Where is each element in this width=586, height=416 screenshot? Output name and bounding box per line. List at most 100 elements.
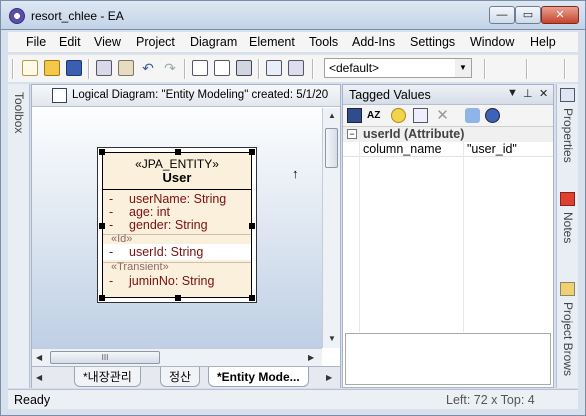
column-divider (359, 142, 360, 332)
horizontal-scroll-thumb[interactable]: III (50, 351, 160, 364)
minimize-button[interactable]: — (489, 6, 515, 24)
pin-icon[interactable]: ⊥ (523, 87, 533, 100)
status-position: Left: 72 x Top: 4 (446, 393, 535, 407)
resize-handle[interactable] (99, 149, 105, 155)
open-folder-icon[interactable] (44, 60, 60, 76)
tagged-group-row[interactable]: − userId (Attribute) (343, 127, 553, 142)
diagram-pane: Logical Diagram: "Entity Modeling" creat… (31, 84, 341, 388)
attribute-row-selected[interactable]: - userId: String (109, 245, 203, 259)
tab-notes[interactable]: Notes (561, 212, 575, 243)
properties-icon[interactable] (266, 60, 282, 76)
help-icon[interactable] (485, 108, 500, 123)
notes-icon (560, 192, 575, 206)
menu-view[interactable]: View (94, 35, 121, 49)
save-icon[interactable] (66, 60, 82, 76)
tab-project-browser[interactable]: Project Brows (561, 302, 575, 376)
menu-file[interactable]: File (26, 35, 46, 49)
redo-icon[interactable]: ↷ (162, 60, 178, 76)
status-text: Ready (14, 393, 51, 407)
undo-icon[interactable]: ↶ (140, 60, 156, 76)
collapse-icon[interactable]: − (347, 129, 357, 139)
tag-name: column_name (363, 142, 442, 156)
chevron-down-icon[interactable]: ▼ (507, 87, 518, 99)
tag-notes-area[interactable] (345, 333, 551, 385)
status-bar: Ready Left: 72 x Top: 4 (8, 389, 578, 409)
attribute-row[interactable]: - userName: String (109, 192, 226, 206)
tab-properties[interactable]: Properties (561, 108, 575, 163)
resize-handle[interactable] (249, 295, 255, 301)
print-icon[interactable] (236, 60, 252, 76)
sort-az-icon[interactable]: AZ (367, 108, 382, 123)
title-bar: resort_chlee - EA — ▭ ✕ (0, 0, 586, 30)
copy-icon[interactable] (96, 60, 112, 76)
diagram-title: Logical Diagram: "Entity Modeling" creat… (72, 89, 329, 101)
window-title: resort_chlee - EA (31, 9, 124, 23)
vertical-scrollbar[interactable]: ▲ ▼ (322, 108, 340, 348)
scroll-left-icon[interactable]: ◀ (36, 353, 42, 362)
menu-addins[interactable]: Add-Ins (352, 35, 395, 49)
resize-handle[interactable] (99, 223, 105, 229)
chevron-down-icon[interactable]: ▼ (455, 59, 471, 77)
delete-icon[interactable]: ✕ (435, 108, 450, 123)
menu-diagram[interactable]: Diagram (190, 35, 237, 49)
workspace-combo[interactable]: <default> ▼ (324, 58, 472, 78)
menu-project[interactable]: Project (136, 35, 175, 49)
new-tag-icon[interactable] (391, 108, 406, 123)
tagged-group-label: userId (Attribute) (363, 127, 465, 141)
column-divider (463, 142, 464, 332)
horizontal-scrollbar[interactable]: ◀ III ▶ (32, 348, 322, 366)
attribute-row[interactable]: - age: int (109, 205, 170, 219)
close-icon[interactable]: ✕ (539, 87, 548, 100)
tag-type-icon[interactable] (465, 108, 480, 123)
tag-value[interactable]: "user_id" (467, 142, 517, 156)
entity-divider (103, 189, 251, 190)
app-icon (9, 8, 25, 24)
tab-naejang[interactable]: *내장관리 (74, 367, 141, 387)
menu-settings[interactable]: Settings (410, 35, 455, 49)
edit-tag-icon[interactable] (413, 108, 428, 123)
close-button[interactable]: ✕ (541, 6, 579, 24)
right-dock-strip: Properties Notes Project Brows (556, 84, 578, 388)
entity-element-user[interactable]: «JPA_ENTITY» User - userName: String - age… (99, 149, 255, 301)
tab-jeongsan[interactable]: 정산 (160, 367, 201, 387)
toolbar-separator (564, 59, 566, 79)
resize-handle[interactable] (249, 149, 255, 155)
search-icon[interactable] (288, 60, 304, 76)
paste-icon[interactable] (118, 60, 134, 76)
menu-window[interactable]: Window (470, 35, 514, 49)
tagged-values-pane: Tagged Values ▼ ⊥ ✕ AZ ✕ − userId (Attri… (342, 84, 554, 388)
scroll-down-icon[interactable]: ▼ (328, 334, 336, 343)
toolbar-separator (526, 59, 528, 79)
resize-handle[interactable] (175, 149, 181, 155)
menu-help[interactable]: Help (530, 35, 556, 49)
scroll-up-icon[interactable]: ▲ (328, 111, 336, 120)
menu-tools[interactable]: Tools (309, 35, 338, 49)
entity-stereotype: «JPA_ENTITY» (135, 157, 219, 171)
diagram-canvas[interactable]: «JPA_ENTITY» User - userName: String - age… (32, 108, 322, 348)
tab-nav-left-icon[interactable]: ◀ (36, 373, 42, 382)
toolbox-tab[interactable]: Toolbox (12, 92, 26, 133)
maximize-button[interactable]: ▭ (515, 6, 541, 24)
resize-handle[interactable] (249, 223, 255, 229)
transient-section-label: «Transient» (111, 261, 169, 273)
tagged-value-row[interactable]: column_name "user_id" (343, 142, 553, 157)
resize-handle[interactable] (99, 295, 105, 301)
vertical-scroll-thumb[interactable] (325, 128, 338, 168)
diagram-header: Logical Diagram: "Entity Modeling" creat… (32, 85, 340, 107)
menu-edit[interactable]: Edit (59, 35, 81, 49)
project-browser-icon (560, 282, 575, 296)
tagged-values-header: Tagged Values ▼ ⊥ ✕ (343, 85, 553, 105)
scroll-right-icon[interactable]: ▶ (308, 353, 314, 362)
tab-entity-modeling[interactable]: *Entity Mode... (208, 367, 309, 387)
resize-handle[interactable] (175, 295, 181, 301)
tab-nav-right-icon[interactable]: ▶ (326, 373, 332, 382)
page-setup-icon[interactable] (214, 60, 230, 76)
attribute-row[interactable]: - gender: String (109, 218, 208, 232)
menu-element[interactable]: Element (249, 35, 295, 49)
new-file-icon[interactable] (22, 60, 38, 76)
properties-icon (560, 88, 575, 102)
attribute-row[interactable]: - juminNo: String (109, 274, 214, 288)
categorized-icon[interactable] (347, 108, 362, 123)
menu-bar: File Edit View Project Diagram Element T… (8, 32, 578, 52)
print-preview-icon[interactable] (192, 60, 208, 76)
